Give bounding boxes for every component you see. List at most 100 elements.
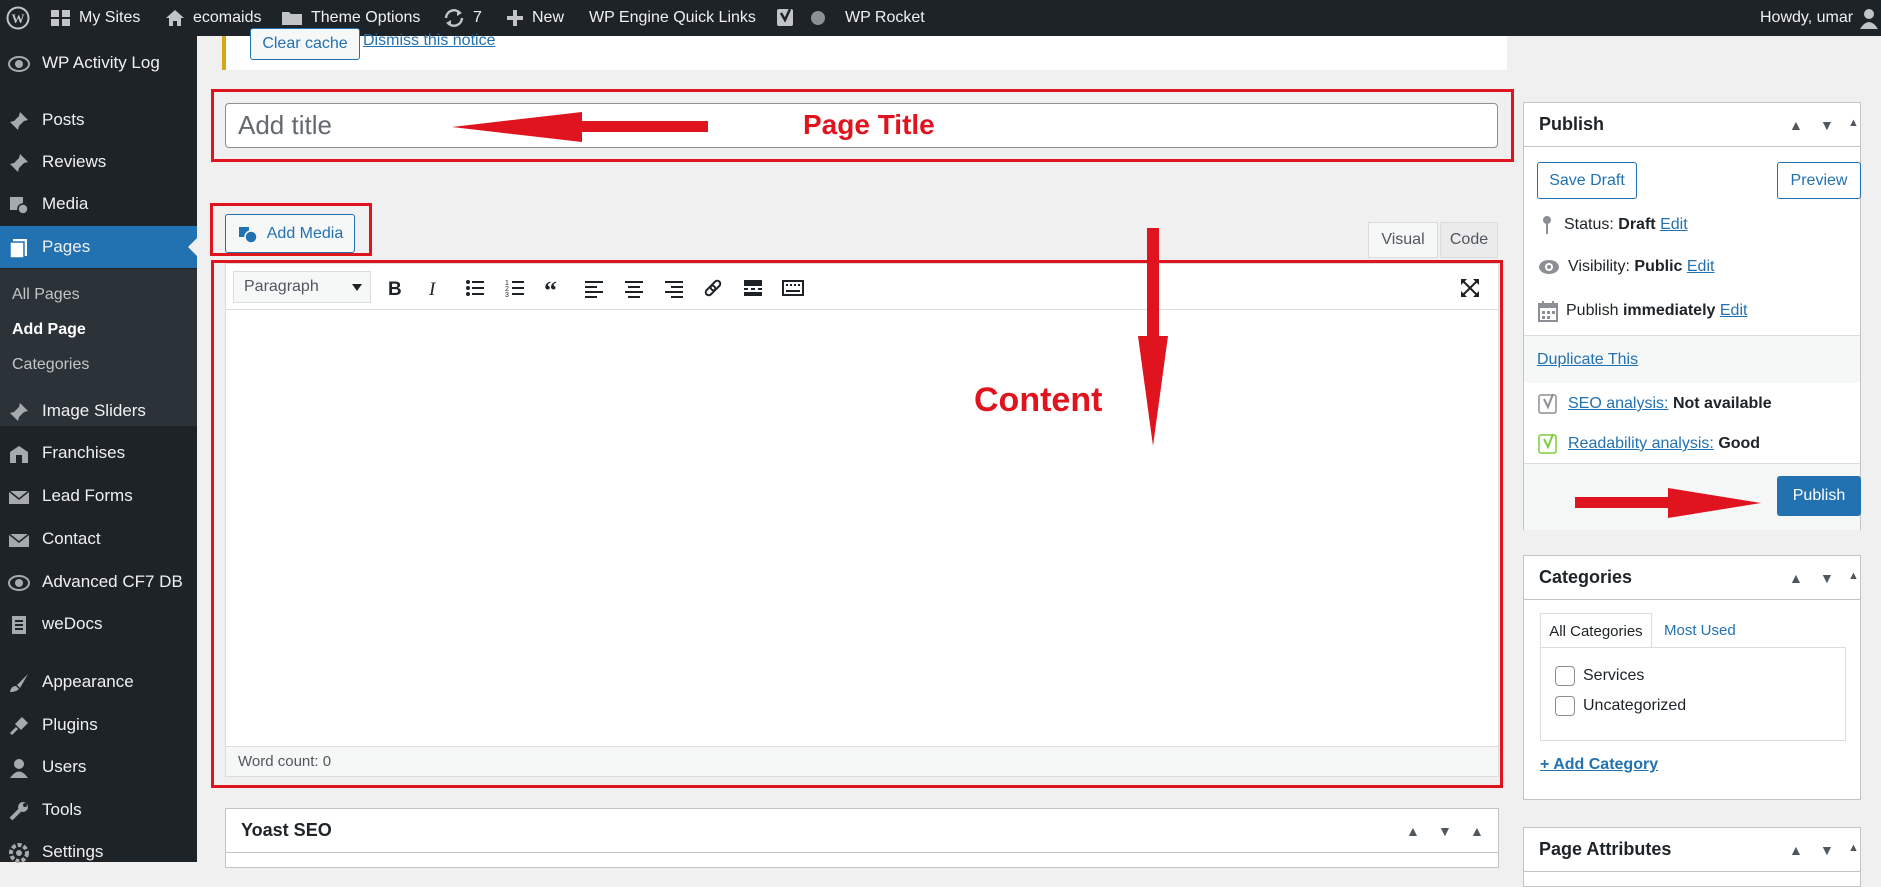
submenu-categories[interactable]: Categories (12, 356, 89, 374)
toggle-panel-icon[interactable]: ▲ (1848, 117, 1859, 129)
menu-label: Advanced CF7 DB (42, 572, 183, 591)
visibility-row: Visibility: Public Edit (1538, 258, 1714, 276)
categories-title: Categories (1539, 567, 1633, 587)
menu-item-users[interactable]: Users (0, 746, 197, 788)
wp-rocket-menu[interactable]: WP Rocket (845, 0, 925, 36)
wp-engine-menu[interactable]: WP Engine Quick Links (589, 0, 756, 36)
italic-icon[interactable]: I (424, 277, 446, 299)
menu-item-franchises[interactable]: Franchises (0, 432, 197, 474)
menu-label: Tools (42, 800, 82, 819)
menu-item-tools[interactable]: Tools (0, 789, 197, 831)
menu-item-plugins[interactable]: Plugins (0, 704, 197, 746)
preview-button[interactable]: Preview (1777, 162, 1861, 199)
menu-item-advanced-cf7-db[interactable]: Advanced CF7 DB (0, 561, 197, 603)
menu-label: weDocs (42, 614, 103, 633)
account-menu[interactable]: Howdy, umar (1760, 0, 1879, 36)
menu-item-lead-forms[interactable]: Lead Forms (0, 475, 197, 517)
bullet-list-icon[interactable] (464, 277, 486, 299)
yoast-readability-icon (1538, 433, 1557, 454)
move-down-icon[interactable]: ▼ (1820, 570, 1834, 586)
move-up-icon[interactable]: ▲ (1406, 823, 1420, 839)
wrench-icon (9, 802, 28, 821)
fullscreen-icon[interactable] (1459, 277, 1481, 299)
seo-analysis-link[interactable]: SEO analysis: (1568, 395, 1668, 412)
align-right-icon[interactable] (663, 277, 685, 299)
menu-item-contact[interactable]: Contact (0, 518, 197, 560)
submenu-all-pages[interactable]: All Pages (12, 286, 80, 304)
tab-all-categories[interactable]: All Categories (1540, 613, 1652, 648)
category-checkbox[interactable] (1555, 666, 1575, 686)
format-select[interactable]: Paragraph (233, 271, 371, 303)
align-left-icon[interactable] (583, 277, 605, 299)
add-media-icon (238, 226, 258, 244)
dismiss-notice-link[interactable]: Dismiss this notice (363, 32, 495, 50)
tab-code[interactable]: Code (1440, 222, 1498, 258)
menu-item-wp-activity-log[interactable]: WP Activity Log (0, 42, 197, 84)
menu-item-appearance[interactable]: Appearance (0, 661, 197, 703)
tab-most-used[interactable]: Most Used (1664, 613, 1736, 648)
readability-analysis-link[interactable]: Readability analysis: (1568, 435, 1714, 452)
add-media-button[interactable]: Add Media (225, 214, 355, 253)
format-value: Paragraph (244, 278, 319, 295)
wordpress-logo[interactable]: W (6, 0, 30, 36)
content-editor: Paragraph B I 123 “ Word count: 0 (225, 263, 1499, 777)
updates-menu[interactable]: 7 (442, 0, 482, 36)
category-item[interactable]: Uncategorized (1555, 696, 1686, 716)
move-down-icon[interactable]: ▼ (1820, 117, 1834, 133)
category-list: Services Uncategorized (1540, 647, 1846, 741)
bold-icon[interactable]: B (384, 277, 406, 299)
submenu-add-page[interactable]: Add Page (12, 321, 86, 339)
category-item[interactable]: Services (1555, 666, 1644, 686)
edit-schedule-link[interactable]: Edit (1720, 302, 1748, 319)
sites-icon (51, 10, 70, 26)
menu-item-media[interactable]: Media (0, 183, 197, 225)
toolbar-toggle-icon[interactable] (782, 277, 804, 299)
link-icon[interactable] (702, 277, 724, 299)
blockquote-icon[interactable]: “ (543, 277, 565, 299)
menu-label: Contact (42, 529, 101, 548)
menu-item-image-sliders[interactable]: Image Sliders (0, 390, 197, 432)
align-center-icon[interactable] (623, 277, 645, 299)
new-content-menu[interactable]: New (505, 0, 564, 36)
status-row: Status: Draft Edit (1538, 215, 1688, 235)
menu-item-posts[interactable]: Posts (0, 99, 197, 141)
yoast-seo-title: Yoast SEO (241, 820, 332, 840)
annotation-page-title: Page Title (803, 109, 935, 140)
read-more-icon[interactable] (742, 277, 764, 299)
settings-icon (9, 843, 29, 863)
toggle-panel-icon[interactable]: ▲ (1470, 823, 1484, 839)
numbered-list-icon[interactable]: 123 (504, 277, 526, 299)
clear-cache-button[interactable]: Clear cache (250, 28, 360, 60)
plus-icon (507, 10, 523, 26)
menu-label: Image Sliders (42, 401, 146, 420)
yoast-menu[interactable] (775, 0, 797, 36)
site-name-menu[interactable]: ecomaids (164, 0, 261, 36)
my-sites-menu[interactable]: My Sites (50, 0, 140, 36)
menu-item-settings[interactable]: Settings (0, 831, 197, 873)
edit-status-link[interactable]: Edit (1660, 216, 1688, 233)
category-checkbox[interactable] (1555, 696, 1575, 716)
menu-item-reviews[interactable]: Reviews (0, 141, 197, 183)
toggle-panel-icon[interactable]: ▲ (1848, 570, 1859, 582)
pin-icon (1543, 216, 1551, 234)
publish-button[interactable]: Publish (1777, 476, 1861, 516)
visibility-label: Visibility: (1568, 258, 1630, 275)
move-down-icon[interactable]: ▼ (1438, 823, 1452, 839)
move-up-icon[interactable]: ▲ (1789, 842, 1803, 858)
move-down-icon[interactable]: ▼ (1820, 842, 1834, 858)
move-up-icon[interactable]: ▲ (1789, 570, 1803, 586)
duplicate-link[interactable]: Duplicate This (1537, 351, 1638, 369)
edit-visibility-link[interactable]: Edit (1687, 258, 1715, 275)
save-draft-button[interactable]: Save Draft (1537, 162, 1637, 199)
menu-item-pages[interactable]: Pages (0, 226, 197, 268)
readability-value: Good (1718, 435, 1761, 452)
wp-rocket-label: WP Rocket (845, 9, 925, 26)
annotation-content: Content (974, 381, 1103, 419)
move-up-icon[interactable]: ▲ (1789, 117, 1803, 133)
toggle-panel-icon[interactable]: ▲ (1848, 842, 1859, 854)
tab-visual[interactable]: Visual (1368, 222, 1438, 258)
status-label: Status: (1564, 216, 1614, 233)
readability-row: Readability analysis: Good (1538, 433, 1760, 455)
menu-item-wedocs[interactable]: weDocs (0, 603, 197, 645)
add-category-link[interactable]: + Add Category (1540, 756, 1658, 774)
